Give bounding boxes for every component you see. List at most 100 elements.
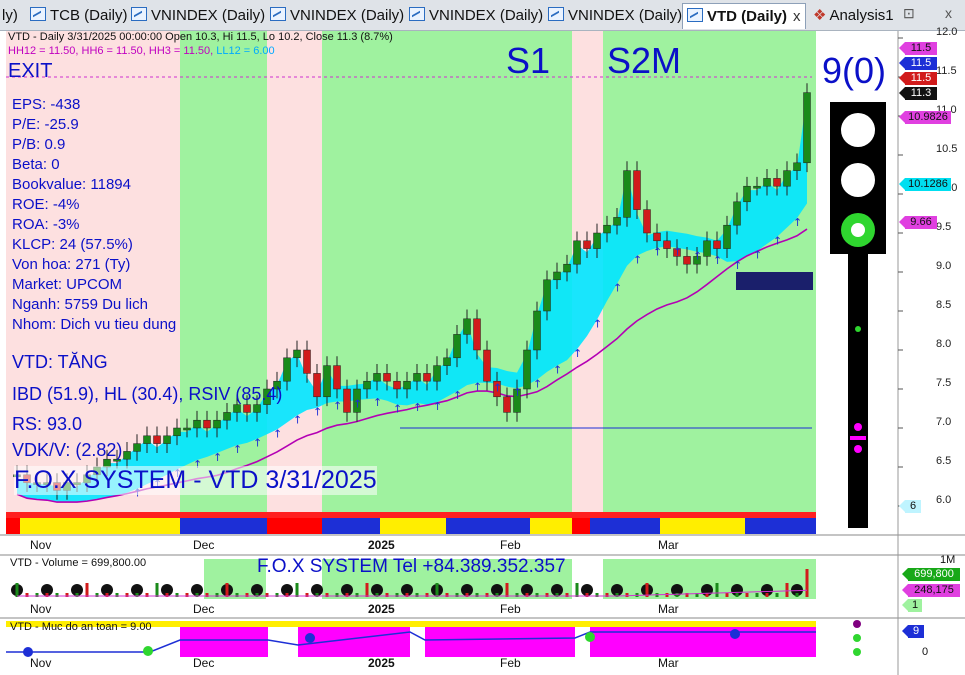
- fundamental-item: ROE: -4%: [12, 196, 80, 213]
- candle-body: [453, 334, 461, 359]
- candle-body: [663, 240, 671, 249]
- price-tick-label: 12.0: [936, 26, 958, 38]
- legend-dot: [853, 634, 861, 642]
- chart-header: VTD - Daily 3/31/2025 00:00:00 Open 10.3…: [8, 31, 393, 43]
- buy-arrow: ↑: [453, 389, 462, 402]
- stage-s2m: S2M: [607, 40, 682, 81]
- tab-vnindex-1[interactable]: VNINDEX (Daily): [131, 3, 265, 28]
- candle-body: [123, 451, 131, 460]
- candle-body: [173, 427, 181, 437]
- candle-body: [233, 404, 241, 413]
- fundamental-item: Nganh: 5759 Du lich: [12, 296, 148, 313]
- contact-label: F.O.X SYSTEM Tel +84.389.352.357: [257, 556, 566, 577]
- close-tab-icon[interactable]: x: [793, 8, 801, 25]
- tab-analysis[interactable]: ❖ Analysis1: [813, 3, 894, 28]
- candle-body: [623, 170, 631, 218]
- candle-body: [793, 162, 801, 171]
- candle-body: [433, 365, 441, 382]
- tab-vnindex-2[interactable]: VNINDEX (Daily): [270, 3, 404, 28]
- pin-icon[interactable]: ⊡: [903, 5, 915, 22]
- candle-body: [443, 357, 451, 366]
- analysis-icon: ❖: [813, 7, 827, 24]
- month-label: 2025: [368, 656, 395, 670]
- buy-arrow: ↑: [533, 377, 542, 390]
- hh-line: HH12 = 11.50, HH6 = 11.50, HH3 = 11.50, …: [8, 45, 275, 57]
- volume-bar: [785, 583, 789, 597]
- buy-arrow: ↑: [253, 437, 262, 450]
- safety-zone: [425, 627, 575, 657]
- volume-bar: [15, 583, 19, 597]
- candle-body: [163, 435, 171, 444]
- candle-body: [743, 185, 751, 203]
- ma3-price-flag: 9.66: [899, 216, 937, 229]
- resistance-box: [736, 272, 813, 290]
- safety-point: [585, 632, 595, 642]
- buy-arrow: ↑: [773, 235, 782, 248]
- candle-body: [503, 396, 511, 413]
- chart-icon: [548, 7, 564, 21]
- buy-arrow: ↑: [313, 406, 322, 419]
- safety-point: [305, 633, 315, 643]
- stock-chart[interactable]: ↑↑↑↑↑↑↑↑↑↑↑↑↑↑↑↑↑↑↑↑↑↑↑↑↑↑↑↑↑↑↑↑↑↑: [0, 31, 965, 675]
- buy-arrow: ↑: [753, 249, 762, 262]
- fundamental-item: KLCP: 24 (57.5%): [12, 236, 133, 253]
- chart-icon: [30, 7, 46, 21]
- candle-body: [593, 232, 601, 249]
- tab-vnindex-4[interactable]: VNINDEX (Daily): [548, 3, 682, 28]
- volume-bar: [505, 583, 509, 597]
- price-tick-label: 6.5: [936, 455, 952, 467]
- volume-flag: 699,800: [902, 568, 960, 581]
- legend-dot: [853, 648, 861, 656]
- volume-bar: [85, 583, 89, 597]
- candle-body: [203, 419, 211, 429]
- vdk-label: VDK/V: (2.82): [12, 440, 123, 460]
- tab-prev-partial[interactable]: ly): [2, 3, 18, 28]
- fundamental-item: P/B: 0.9: [12, 136, 66, 153]
- month-label: Feb: [500, 538, 521, 552]
- volume-one-flag: 1: [902, 599, 922, 612]
- candle-body: [143, 435, 151, 444]
- safety-zone: [180, 627, 268, 657]
- candle-body: [293, 349, 301, 359]
- safety-value-flag: 9: [902, 625, 924, 638]
- month-label: Feb: [500, 602, 521, 616]
- candle-body: [153, 435, 161, 444]
- volume-title: VTD - Volume = 699,800.00: [10, 557, 147, 569]
- buy-arrow: ↑: [433, 400, 442, 413]
- buy-arrow: ↑: [633, 253, 642, 266]
- candle-body: [683, 256, 691, 265]
- candle-body: [223, 412, 231, 421]
- month-label: Dec: [193, 602, 215, 616]
- price-tick-label: 8.5: [936, 299, 952, 311]
- volume-bar: [155, 583, 159, 597]
- tab-vnindex-3[interactable]: VNINDEX (Daily): [409, 3, 543, 28]
- month-label: 2025: [368, 538, 395, 552]
- month-label: Nov: [30, 602, 52, 616]
- tab-tcb[interactable]: TCB (Daily): [30, 3, 128, 28]
- close-window-icon[interactable]: x: [945, 5, 952, 21]
- candle-body: [193, 419, 201, 429]
- candle-body: [213, 419, 221, 429]
- price-tick-label: 11.5: [936, 65, 957, 77]
- fundamental-item: P/E: -25.9: [12, 116, 79, 133]
- tab-vtd[interactable]: VTD (Daily) x: [682, 3, 806, 29]
- green-zone: [603, 31, 816, 512]
- price-tick-label: 9.5: [936, 221, 952, 233]
- candle-body: [783, 170, 791, 187]
- trend-label: VTD: TĂNG: [12, 352, 108, 372]
- candle-body: [773, 178, 781, 187]
- safety-dot: [854, 445, 862, 453]
- month-label: Feb: [500, 656, 521, 670]
- hh12-price-flag: 11.5: [899, 42, 937, 55]
- volume-bar: [745, 593, 749, 597]
- candle-body: [403, 380, 411, 390]
- score-label: 9(0): [822, 50, 887, 91]
- fundamental-item: EPS: -438: [12, 96, 81, 113]
- candle-body: [183, 427, 191, 431]
- buy-arrow: ↑: [493, 381, 502, 394]
- price-tick-label: 6.0: [936, 494, 952, 506]
- fundamental-item: Nhom: Dich vu tieu dung: [12, 316, 177, 333]
- candle-body: [533, 310, 541, 351]
- candle-body: [283, 357, 291, 382]
- volume-bar: [575, 583, 579, 597]
